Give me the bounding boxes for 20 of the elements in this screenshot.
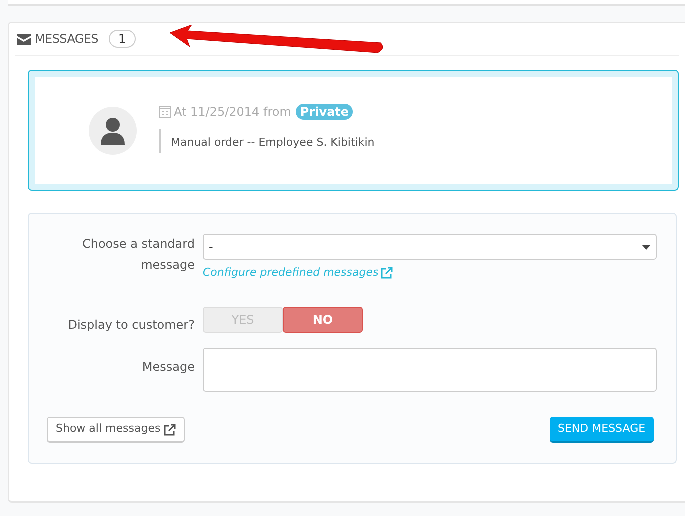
calendar-icon bbox=[159, 105, 171, 118]
message-text: Manual order -- Employee S. Kibitikin bbox=[171, 136, 375, 148]
private-badge: Private bbox=[296, 104, 354, 120]
send-message-button[interactable]: SEND MESSAGE bbox=[550, 417, 654, 443]
field-label: Display to customer? bbox=[68, 318, 195, 332]
message-date: At 11/25/2014 from bbox=[174, 104, 292, 120]
avatar-icon bbox=[89, 106, 137, 154]
field-label: Choose a standard message bbox=[82, 237, 195, 272]
caret-icon bbox=[642, 245, 651, 250]
standard-message-select[interactable]: - bbox=[203, 234, 657, 260]
external-link-icon bbox=[164, 424, 176, 436]
envelope-icon bbox=[17, 34, 31, 44]
panel-title: MESSAGES bbox=[35, 31, 98, 48]
external-link-icon bbox=[380, 267, 393, 280]
message-count: 1 bbox=[108, 30, 136, 48]
message-field[interactable] bbox=[203, 348, 657, 392]
configure-link[interactable]: Configure predefined messages bbox=[203, 265, 393, 282]
field-label: Message bbox=[142, 360, 195, 374]
show-all-messages-button[interactable]: Show all messages bbox=[47, 417, 185, 443]
toggle-option[interactable]: NO bbox=[283, 307, 363, 333]
